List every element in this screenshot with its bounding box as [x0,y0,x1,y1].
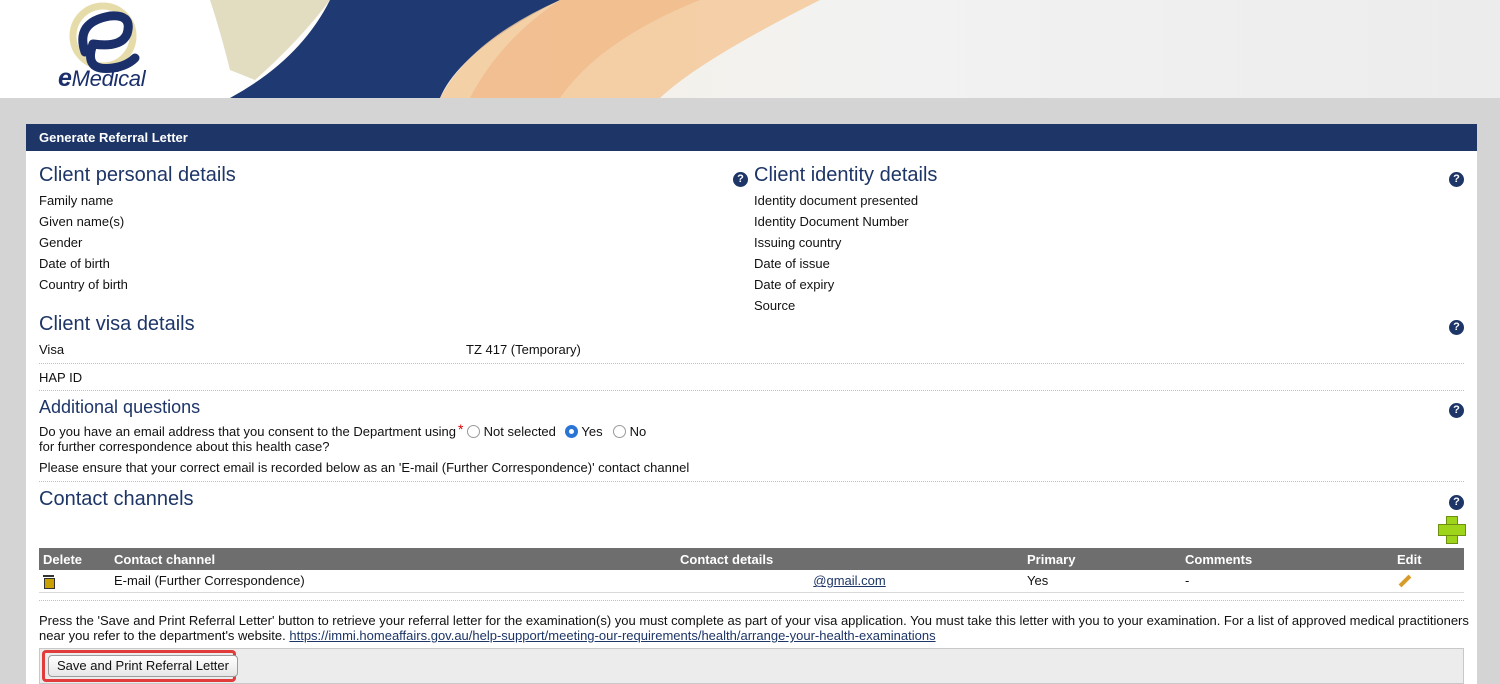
required-marker: * [458,421,464,437]
no-label: No [629,424,647,439]
additional-questions-heading: Additional questions [39,397,201,417]
contact-channels-table: Delete Contact channel Contact details P… [39,548,1464,593]
family-name-label: Family name [39,193,114,208]
yes-radio[interactable] [565,425,578,438]
panel-title: Generate Referral Letter [26,124,1477,151]
col-primary: Primary [1023,548,1181,570]
health-examinations-link[interactable]: https://immi.homeaffairs.gov.au/help-sup… [289,628,935,643]
table-header-row: Delete Contact channel Contact details P… [39,548,1464,570]
gender-label: Gender [39,235,83,250]
col-edit: Edit [1393,548,1464,570]
personal-help-icon[interactable]: ? [733,172,748,187]
not-selected-label: Not selected [483,424,556,439]
referral-instructions: Press the 'Save and Print Referral Lette… [39,613,1469,643]
contact-email-link[interactable]: @gmail.com [813,573,885,588]
col-contact-details: Contact details [676,548,1023,570]
consent-option-no[interactable]: No [613,424,646,439]
date-of-expiry-label: Date of expiry [754,277,835,292]
table-separator [39,600,1464,601]
primary-cell: Yes [1023,570,1181,593]
personal-details-heading: Client personal details [39,164,236,186]
identity-details-heading: Client identity details [754,164,938,186]
no-radio[interactable] [613,425,626,438]
channel-cell: E-mail (Further Correspondence) [110,570,676,593]
source-label: Source [754,298,796,313]
not-selected-radio[interactable] [467,425,480,438]
visa-separator [39,363,1464,364]
col-contact-channel: Contact channel [110,548,676,570]
col-delete: Delete [39,548,110,570]
yes-label: Yes [581,424,603,439]
hap-separator [39,390,1464,391]
pencil-icon[interactable] [1397,574,1411,588]
date-of-birth-label: Date of birth [39,256,110,271]
email-consent-question-line1: Do you have an email address that you co… [39,424,456,439]
col-comments: Comments [1181,548,1393,570]
email-note: Please ensure that your correct email is… [39,460,690,475]
table-row: E-mail (Further Correspondence) @gmail.c… [39,570,1464,593]
email-consent-question-line2: for further correspondence about this he… [39,439,330,454]
visa-help-icon[interactable]: ? [1449,320,1464,335]
contact-help-icon[interactable]: ? [1449,495,1464,510]
questions-separator [39,481,1464,482]
save-print-referral-button[interactable]: Save and Print Referral Letter [48,655,238,677]
banner-decoration [210,0,820,98]
identity-help-icon[interactable]: ? [1449,172,1464,187]
identity-number-label: Identity Document Number [754,214,909,229]
details-cell: @gmail.com [676,570,1023,593]
comments-cell: - [1181,570,1393,593]
contact-channels-heading: Contact channels [39,488,194,510]
referral-panel: Generate Referral Letter Client personal… [26,124,1477,684]
visa-label: Visa [39,342,65,357]
trash-icon[interactable] [43,575,55,590]
questions-help-icon[interactable]: ? [1449,403,1464,418]
logo-wordmark: eMedical [58,64,146,92]
country-of-birth-label: Country of birth [39,277,128,292]
edit-cell [1393,570,1464,593]
visa-details-heading: Client visa details [39,313,195,335]
consent-option-not-selected[interactable]: Not selected [467,424,556,439]
delete-cell [39,570,110,593]
add-contact-icon[interactable] [1438,516,1466,544]
date-of-issue-label: Date of issue [754,256,830,271]
hap-id-label: HAP ID [39,370,83,385]
issuing-country-label: Issuing country [754,235,842,250]
visa-value: TZ 417 (Temporary) [466,342,581,357]
consent-option-yes[interactable]: Yes [565,424,603,439]
site-banner: eMedical [0,0,1500,98]
button-bar: Save and Print Referral Letter [39,648,1464,684]
given-names-label: Given name(s) [39,214,125,229]
identity-document-label: Identity document presented [754,193,919,208]
